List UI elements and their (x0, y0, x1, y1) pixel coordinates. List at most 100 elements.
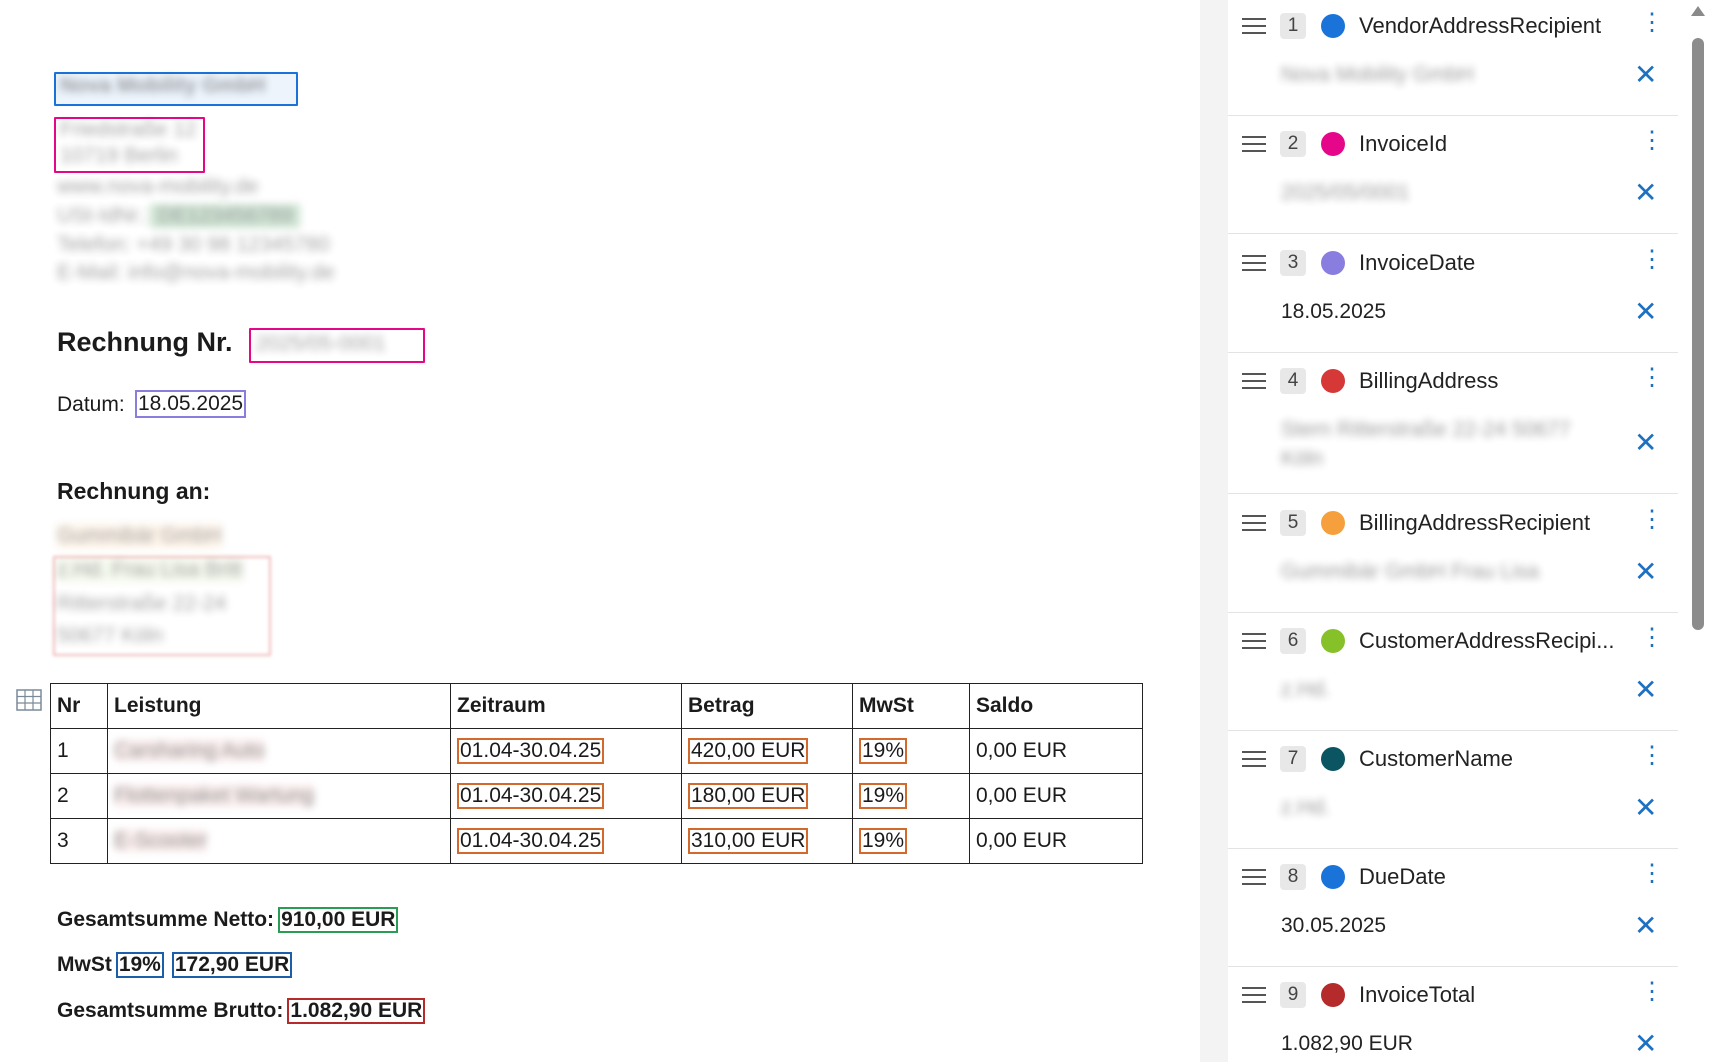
date-value[interactable]: 18.05.2025 (135, 390, 247, 418)
invoice-title: Rechnung Nr. (57, 327, 233, 357)
header-mwst: MwSt (852, 683, 970, 729)
row-nr: 3 (50, 818, 108, 864)
row-period-value[interactable]: 01.04-30.04.25 (457, 828, 605, 854)
row-period-value[interactable]: 01.04-30.04.25 (457, 783, 605, 809)
vat-rate-value[interactable]: 19% (115, 952, 164, 978)
drag-handle-icon[interactable] (1242, 136, 1266, 157)
scroll-up-arrow-icon[interactable] (1691, 6, 1705, 16)
field-card-billing-address-recipient[interactable]: 5 BillingAddressRecipient ⋮ Gummibär Gmb… (1228, 497, 1678, 613)
field-color-dot (1321, 629, 1345, 653)
field-name: CustomerName (1359, 746, 1514, 771)
field-name: InvoiceDate (1359, 250, 1476, 275)
vendor-street: Friedstraße 12 (60, 118, 197, 141)
field-index: 5 (1280, 510, 1306, 536)
field-value[interactable]: 18.05.2025 (1281, 300, 1386, 324)
row-amount-value[interactable]: 180,00 EUR (688, 783, 809, 809)
row-service-text: E-Scooter (114, 829, 208, 852)
gross-total-row: Gesamtsumme Brutto: 1.082,90 EUR (57, 998, 426, 1024)
drag-handle-icon[interactable] (1242, 373, 1266, 394)
net-total-value[interactable]: 910,00 EUR (278, 907, 399, 933)
drag-handle-icon[interactable] (1242, 869, 1266, 890)
field-value[interactable]: 2025/05/0001 (1281, 181, 1409, 205)
field-index: 6 (1280, 628, 1306, 654)
customer-contact: z.Hd. Frau Lisa Britt (57, 558, 243, 582)
field-card-vendor-address-recipient[interactable]: 1 VendorAddressRecipient ⋮ Nova Mobility… (1228, 0, 1678, 116)
vat-total-row: MwSt 19% 172,90 EUR (57, 952, 293, 978)
field-card-due-date[interactable]: 8 DueDate ⋮ 30.05.2025 ✕ (1228, 851, 1678, 967)
row-nr: 1 (50, 728, 108, 774)
field-value[interactable]: Stern Ritterstraße 22-24 50677 (1281, 418, 1571, 442)
more-vertical-icon[interactable]: ⋮ (1640, 861, 1664, 887)
field-index: 9 (1280, 982, 1306, 1008)
more-vertical-icon[interactable]: ⋮ (1640, 10, 1664, 36)
customer-name: Gummibär GmbH (57, 524, 222, 548)
more-vertical-icon[interactable]: ⋮ (1640, 128, 1664, 154)
drag-handle-icon[interactable] (1242, 18, 1266, 39)
vat-amount-value[interactable]: 172,90 EUR (171, 952, 293, 978)
gross-total-label: Gesamtsumme Brutto: (57, 999, 284, 1022)
date-label: Datum: (57, 393, 125, 416)
row-balance: 0,00 EUR (969, 773, 1143, 819)
document-viewer: Nova Mobility GmbH Friedstraße 12 10719 … (0, 0, 1200, 1062)
scrollbar-thumb[interactable] (1692, 38, 1704, 630)
row-amount-value[interactable]: 310,00 EUR (688, 828, 809, 854)
row-amount: 180,00 EUR (681, 773, 853, 819)
row-service: Flottenpaket Wartung (107, 773, 451, 819)
field-value[interactable]: z.Hd. (1281, 796, 1330, 820)
row-vat-value[interactable]: 19% (859, 828, 908, 854)
field-card-invoice-date[interactable]: 3 InvoiceDate ⋮ 18.05.2025 ✕ (1228, 237, 1678, 353)
row-vat-value[interactable]: 19% (859, 783, 908, 809)
row-period-value[interactable]: 01.04-30.04.25 (457, 738, 605, 764)
table-icon[interactable] (16, 689, 42, 711)
more-vertical-icon[interactable]: ⋮ (1640, 743, 1664, 769)
more-vertical-icon[interactable]: ⋮ (1640, 979, 1664, 1005)
close-icon[interactable]: ✕ (1634, 911, 1657, 941)
drag-handle-icon[interactable] (1242, 987, 1266, 1008)
close-icon[interactable]: ✕ (1634, 1029, 1657, 1059)
field-value[interactable]: z.Hd. (1281, 678, 1330, 702)
close-icon[interactable]: ✕ (1634, 675, 1657, 705)
pane-divider[interactable] (1200, 0, 1228, 1062)
field-card-customer-name[interactable]: 7 CustomerName ⋮ z.Hd. ✕ (1228, 733, 1678, 849)
more-vertical-icon[interactable]: ⋮ (1640, 247, 1664, 273)
more-vertical-icon[interactable]: ⋮ (1640, 507, 1664, 533)
field-value-line2[interactable]: Köln (1281, 447, 1323, 471)
header-betrag: Betrag (681, 683, 853, 729)
gross-total-value[interactable]: 1.082,90 EUR (287, 998, 426, 1024)
row-vat-value[interactable]: 19% (859, 738, 908, 764)
drag-handle-icon[interactable] (1242, 633, 1266, 654)
field-value[interactable]: 1.082,90 EUR (1281, 1032, 1413, 1056)
field-card-invoice-total[interactable]: 9 InvoiceTotal ⋮ 1.082,90 EUR ✕ (1228, 969, 1678, 1062)
field-value[interactable]: 30.05.2025 (1281, 914, 1386, 938)
drag-handle-icon[interactable] (1242, 751, 1266, 772)
panel-scrollbar[interactable] (1688, 0, 1710, 1062)
table-row: 2 Flottenpaket Wartung 01.04-30.04.25 18… (50, 773, 1143, 819)
close-icon[interactable]: ✕ (1634, 557, 1657, 587)
drag-handle-icon[interactable] (1242, 255, 1266, 276)
field-value[interactable]: Nova Mobility GmbH (1281, 63, 1474, 87)
row-amount-value[interactable]: 420,00 EUR (688, 738, 809, 764)
field-color-dot (1321, 251, 1345, 275)
row-balance: 0,00 EUR (969, 728, 1143, 774)
close-icon[interactable]: ✕ (1634, 297, 1657, 327)
field-index: 3 (1280, 250, 1306, 276)
row-period: 01.04-30.04.25 (450, 818, 682, 864)
close-icon[interactable]: ✕ (1634, 60, 1657, 90)
row-service-text: Flottenpaket Wartung (114, 784, 314, 807)
field-card-invoice-id[interactable]: 2 InvoiceId ⋮ 2025/05/0001 ✕ (1228, 118, 1678, 234)
drag-handle-icon[interactable] (1242, 515, 1266, 536)
close-icon[interactable]: ✕ (1634, 793, 1657, 823)
row-balance: 0,00 EUR (969, 818, 1143, 864)
field-card-customer-address-recipient[interactable]: 6 CustomerAddressRecipi... ⋮ z.Hd. ✕ (1228, 615, 1678, 731)
date-value-text: 18.05.2025 (138, 392, 244, 415)
field-color-dot (1321, 511, 1345, 535)
field-index: 4 (1280, 368, 1306, 394)
field-name: CustomerAddressRecipi... (1359, 628, 1615, 653)
close-icon[interactable]: ✕ (1634, 428, 1657, 458)
field-card-billing-address[interactable]: 4 BillingAddress ⋮ Stern Ritterstraße 22… (1228, 355, 1678, 494)
row-period: 01.04-30.04.25 (450, 728, 682, 774)
close-icon[interactable]: ✕ (1634, 178, 1657, 208)
more-vertical-icon[interactable]: ⋮ (1640, 625, 1664, 651)
field-value[interactable]: Gummibär GmbH Frau Lisa (1281, 560, 1539, 584)
more-vertical-icon[interactable]: ⋮ (1640, 365, 1664, 391)
